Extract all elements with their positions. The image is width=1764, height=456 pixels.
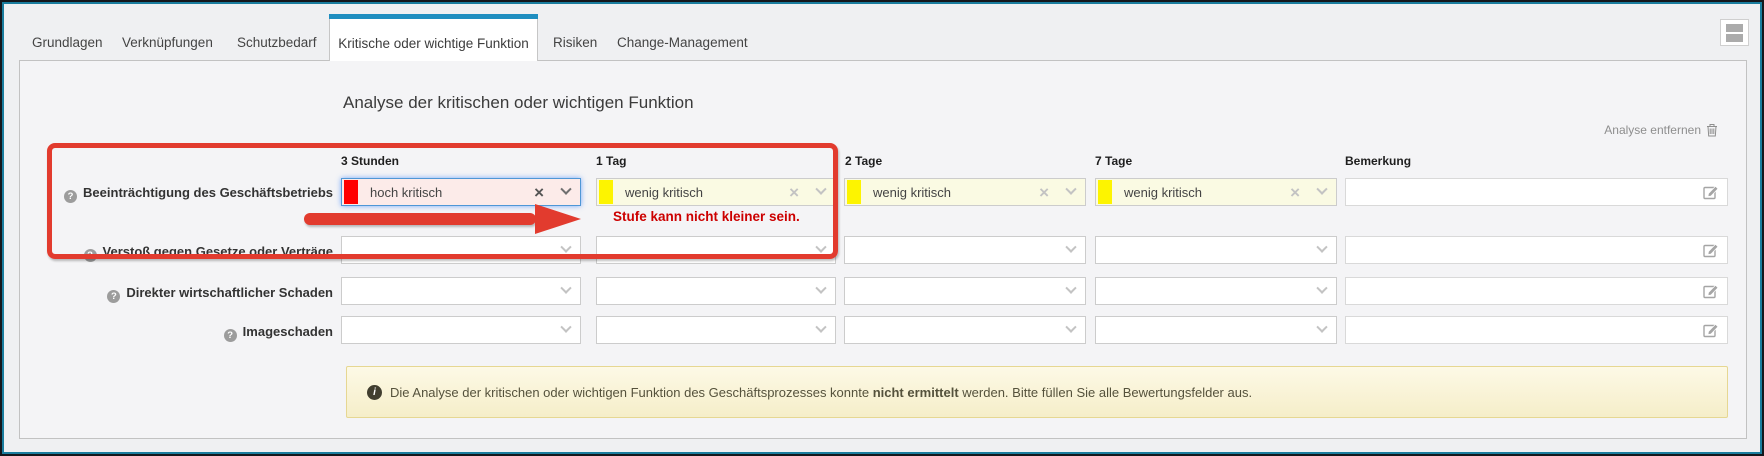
chevron-down-icon (1065, 184, 1076, 195)
column-header-bemerkung: Bemerkung (1345, 154, 1411, 168)
remove-analysis-label: Analyse entfernen (1604, 123, 1701, 137)
edit-icon[interactable] (1702, 322, 1720, 339)
application-window: Grundlagen Verknüpfungen Schutzbedarf Kr… (0, 0, 1764, 456)
info-message-text: Die Analyse der kritischen oder wichtige… (390, 385, 1252, 400)
column-header-1-tag: 1 Tag (596, 154, 626, 168)
bemerkung-input[interactable] (1346, 317, 1727, 343)
select-1-tag[interactable]: wenig kritisch × (596, 178, 836, 206)
chevron-down-icon (1316, 242, 1327, 253)
select-3-stunden[interactable]: hoch kritisch × (341, 178, 581, 206)
select-3-stunden[interactable] (341, 316, 581, 344)
select-7-tage[interactable] (1095, 277, 1337, 305)
bemerkung-input[interactable] (1346, 237, 1727, 263)
clear-icon[interactable]: × (789, 184, 799, 201)
select-value: wenig kritisch (1124, 185, 1290, 200)
chevron-down-icon (560, 184, 571, 195)
bemerkung-input[interactable] (1346, 278, 1727, 304)
select-3-stunden[interactable] (341, 277, 581, 305)
bemerkung-field-row1 (1345, 178, 1728, 206)
select-2-tage[interactable] (844, 316, 1086, 344)
column-header-2-tage: 2 Tage (845, 154, 882, 168)
help-icon[interactable]: ? (64, 190, 77, 203)
select-7-tage[interactable] (1095, 316, 1337, 344)
list-view-icon (1726, 24, 1743, 32)
chevron-down-icon (560, 283, 571, 294)
help-icon[interactable]: ? (224, 329, 237, 342)
edit-icon[interactable] (1702, 242, 1720, 259)
column-header-3-stunden: 3 Stunden (341, 154, 399, 168)
chevron-down-icon (815, 242, 826, 253)
criticality-swatch-yellow (1098, 180, 1112, 204)
row-label-imageschaden: ?Imageschaden (43, 324, 333, 342)
chevron-down-icon (815, 184, 826, 195)
validation-error-text: Stufe kann nicht kleiner sein. (613, 209, 800, 224)
select-value: hoch kritisch (370, 185, 534, 200)
analysis-panel: Analyse der kritischen oder wichtigen Fu… (19, 60, 1747, 439)
page-title: Analyse der kritischen oder wichtigen Fu… (343, 93, 694, 113)
active-tab-label: Kritische oder wichtige Funktion (330, 36, 537, 51)
chevron-down-icon (1065, 242, 1076, 253)
select-2-tage[interactable]: wenig kritisch × (844, 178, 1086, 206)
column-header-7-tage: 7 Tage (1095, 154, 1132, 168)
select-2-tage[interactable] (844, 277, 1086, 305)
select-3-stunden[interactable] (341, 236, 581, 264)
bemerkung-field-row3 (1345, 277, 1728, 305)
select-1-tag[interactable] (596, 277, 836, 305)
clear-icon[interactable]: × (1290, 184, 1300, 201)
select-7-tage[interactable] (1095, 236, 1337, 264)
clear-icon[interactable]: × (534, 184, 544, 201)
edit-icon[interactable] (1702, 184, 1720, 201)
bemerkung-input[interactable] (1346, 179, 1727, 205)
chevron-down-icon (1316, 184, 1327, 195)
tab-schutzbedarf[interactable]: Schutzbedarf (237, 35, 317, 50)
select-1-tag[interactable] (596, 316, 836, 344)
select-value: wenig kritisch (873, 185, 1039, 200)
criticality-swatch-red (344, 180, 358, 204)
select-2-tage[interactable] (844, 236, 1086, 264)
bemerkung-field-row4 (1345, 316, 1728, 344)
help-icon[interactable]: ? (107, 290, 120, 303)
trash-icon (1706, 123, 1718, 137)
criticality-swatch-yellow (599, 180, 613, 204)
chevron-down-icon (560, 242, 571, 253)
list-view-toggle-button[interactable] (1720, 19, 1749, 46)
chevron-down-icon (1316, 283, 1327, 294)
row-label-beeintraechtigung: ?Beeinträchtigung des Geschäftsbetriebs (43, 185, 333, 203)
chevron-down-icon (1316, 322, 1327, 333)
select-value: wenig kritisch (625, 185, 789, 200)
chevron-down-icon (815, 283, 826, 294)
bemerkung-field-row2 (1345, 236, 1728, 264)
criticality-swatch-yellow (847, 180, 861, 204)
chevron-down-icon (815, 322, 826, 333)
tab-change-management[interactable]: Change-Management (617, 35, 748, 50)
chevron-down-icon (1065, 322, 1076, 333)
list-view-icon (1726, 34, 1743, 42)
edit-icon[interactable] (1702, 283, 1720, 300)
tab-grundlagen[interactable]: Grundlagen (32, 35, 103, 50)
remove-analysis-link[interactable]: Analyse entfernen (1604, 123, 1718, 137)
tab-kritische-funktion[interactable]: Kritische oder wichtige Funktion (329, 14, 538, 61)
info-icon: i (367, 385, 382, 400)
clear-icon[interactable]: × (1039, 184, 1049, 201)
row-label-verstoss: ?Verstoß gegen Gesetze oder Verträge (43, 244, 333, 262)
row-label-direkter-schaden: ?Direkter wirtschaftlicher Schaden (43, 285, 333, 303)
select-7-tage[interactable]: wenig kritisch × (1095, 178, 1337, 206)
tab-verknuepfungen[interactable]: Verknüpfungen (122, 35, 213, 50)
select-1-tag[interactable] (596, 236, 836, 264)
chevron-down-icon (560, 322, 571, 333)
help-icon[interactable]: ? (84, 249, 97, 262)
chevron-down-icon (1065, 283, 1076, 294)
active-tab-accent-bar (329, 14, 538, 19)
tab-risiken[interactable]: Risiken (553, 35, 597, 50)
info-message-box: i Die Analyse der kritischen oder wichti… (346, 366, 1728, 418)
